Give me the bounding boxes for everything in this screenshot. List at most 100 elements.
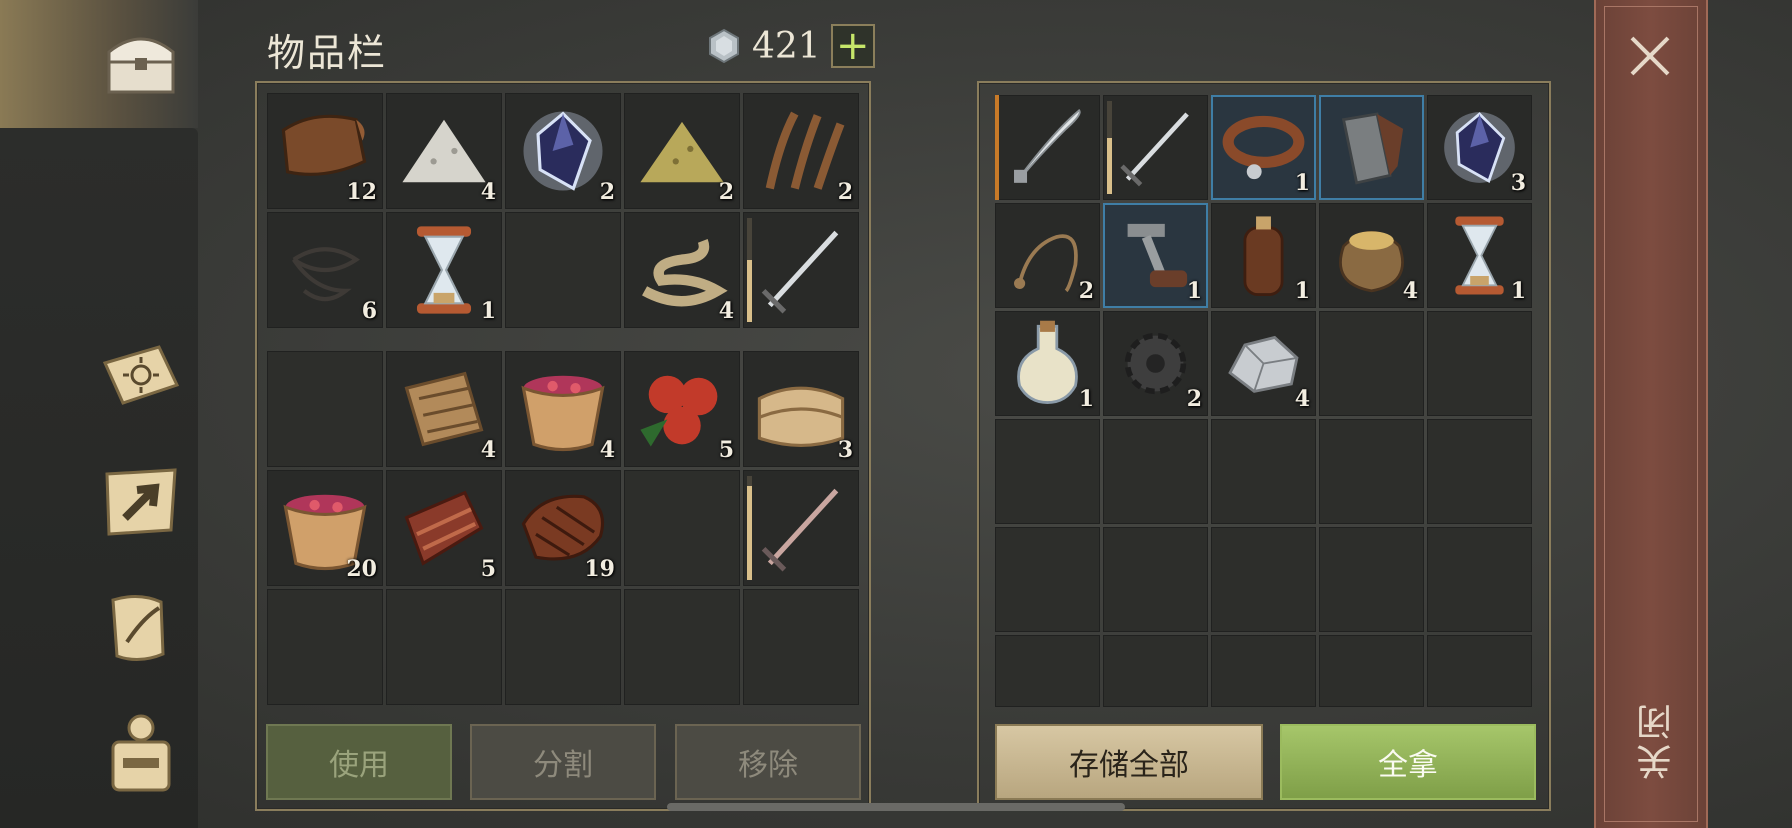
- inventory-slot-bark[interactable]: 4: [386, 351, 502, 467]
- item-count: 2: [599, 179, 615, 205]
- storage-slot-empty[interactable]: [1103, 527, 1208, 632]
- storage-slot-empty[interactable]: [1319, 311, 1424, 416]
- item-count: 4: [1294, 386, 1310, 412]
- use-button[interactable]: 使用: [266, 724, 452, 800]
- currency-amount: 421: [752, 25, 821, 67]
- storage-slot-empty[interactable]: [1211, 419, 1316, 524]
- inventory-slot-empty[interactable]: [624, 589, 740, 705]
- item-count: 5: [480, 556, 496, 582]
- storage-slot-potion[interactable]: 1: [995, 311, 1100, 416]
- storage-slot-empty[interactable]: [1427, 419, 1532, 524]
- storage-slot-empty[interactable]: [1427, 527, 1532, 632]
- inventory-slot-berry-bowl[interactable]: 20: [267, 470, 383, 586]
- storage-slot-sword[interactable]: [1103, 95, 1208, 200]
- item-count: 4: [1402, 278, 1418, 304]
- storage-slot-collar[interactable]: 1: [1211, 95, 1316, 200]
- item-count: 1: [1510, 278, 1526, 304]
- inventory-grid-bottom: 4 4 5 3 20 5 19: [267, 351, 859, 705]
- item-count: 12: [346, 179, 377, 205]
- storage-slot-whip[interactable]: 2: [995, 203, 1100, 308]
- inventory-slot-powder-yellow[interactable]: 2: [624, 93, 740, 209]
- inventory-slot-empty[interactable]: [743, 589, 859, 705]
- inventory-slot-empty[interactable]: [505, 589, 621, 705]
- storage-slot-empty[interactable]: [1319, 635, 1424, 707]
- storage-slot-stone[interactable]: 4: [1211, 311, 1316, 416]
- storage-slot-hourglass[interactable]: 1: [1427, 203, 1532, 308]
- item-count: 2: [718, 179, 734, 205]
- inventory-slot-cloth[interactable]: 3: [743, 351, 859, 467]
- inventory-slot-berries[interactable]: 5: [624, 351, 740, 467]
- storage-slot-empty[interactable]: [1427, 311, 1532, 416]
- inventory-slot-hourglass[interactable]: 1: [386, 212, 502, 328]
- item-count: 4: [599, 437, 615, 463]
- scroll-indicator[interactable]: [667, 803, 1125, 811]
- inventory-slot-berry-bowl[interactable]: 4: [505, 351, 621, 467]
- item-count: 3: [837, 437, 853, 463]
- take-all-button[interactable]: 全拿: [1280, 724, 1536, 800]
- page-title: 物品栏: [267, 31, 388, 75]
- storage-slot-scimitar[interactable]: [995, 95, 1100, 200]
- inventory-slot-wire[interactable]: 6: [267, 212, 383, 328]
- split-button[interactable]: 分割: [470, 724, 656, 800]
- storage-slot-empty[interactable]: [1211, 635, 1316, 707]
- item-count: 4: [718, 298, 734, 324]
- item-count: 5: [718, 437, 734, 463]
- inventory-slot-rope[interactable]: 4: [624, 212, 740, 328]
- store-all-button[interactable]: 存储全部: [995, 724, 1263, 800]
- inventory-slot-steak[interactable]: 19: [505, 470, 621, 586]
- item-count: 3: [1510, 170, 1526, 196]
- inventory-slot-sword[interactable]: [743, 212, 859, 328]
- storage-slot-crystal[interactable]: 3: [1427, 95, 1532, 200]
- inventory-slot-empty[interactable]: [386, 589, 502, 705]
- scimitar-icon: [1014, 109, 1081, 183]
- item-count: 20: [346, 556, 377, 582]
- inventory-grid-top: 12 4 2 2 2 6 1 4: [267, 93, 859, 328]
- storage-slot-crank[interactable]: 1: [1103, 203, 1208, 308]
- storage-slot-sack[interactable]: 4: [1319, 203, 1424, 308]
- item-count: 1: [480, 298, 496, 324]
- item-count: 4: [480, 179, 496, 205]
- inventory-slot-sword-red[interactable]: [743, 470, 859, 586]
- storage-slot-empty[interactable]: [1211, 527, 1316, 632]
- storage-slot-gear[interactable]: 2: [1103, 311, 1208, 416]
- item-count: 1: [1294, 278, 1310, 304]
- storage-slot-gauntlet[interactable]: [1319, 95, 1424, 200]
- close-icon[interactable]: [1624, 30, 1676, 82]
- scroll-feather-icon[interactable]: [95, 588, 187, 668]
- inventory-slot-leather[interactable]: 12: [267, 93, 383, 209]
- inventory-slot-powder-white[interactable]: 4: [386, 93, 502, 209]
- chest-icon[interactable]: [95, 22, 187, 102]
- inventory-slot-fiber[interactable]: 2: [743, 93, 859, 209]
- item-count: 1: [1294, 170, 1310, 196]
- map-arrow-icon[interactable]: [95, 460, 187, 540]
- storage-slot-empty[interactable]: [995, 419, 1100, 524]
- item-count: 6: [361, 298, 377, 324]
- close-label[interactable]: 关闭: [1632, 700, 1684, 780]
- storage-slot-empty[interactable]: [1427, 635, 1532, 707]
- item-count: 2: [1078, 278, 1094, 304]
- add-currency-button[interactable]: +: [830, 24, 875, 68]
- sword-icon: [761, 230, 839, 314]
- storage-slot-empty[interactable]: [995, 527, 1100, 632]
- storage-slot-empty[interactable]: [1103, 419, 1208, 524]
- storage-slot-empty[interactable]: [1319, 527, 1424, 632]
- inventory-slot-crystal[interactable]: 2: [505, 93, 621, 209]
- gauntlet-icon: [1341, 112, 1404, 185]
- inventory-slot-empty[interactable]: [505, 212, 621, 328]
- inventory-slot-empty[interactable]: [267, 351, 383, 467]
- storage-slot-empty[interactable]: [1103, 635, 1208, 707]
- backpack-icon[interactable]: [95, 712, 187, 792]
- item-count: 2: [837, 179, 853, 205]
- inventory-slot-meat-raw[interactable]: 5: [386, 470, 502, 586]
- item-count: 4: [480, 437, 496, 463]
- item-count: 19: [584, 556, 615, 582]
- close-panel[interactable]: 关闭: [1594, 0, 1708, 828]
- storage-slot-empty[interactable]: [1319, 419, 1424, 524]
- item-count: 2: [1186, 386, 1202, 412]
- inventory-slot-empty[interactable]: [267, 589, 383, 705]
- storage-slot-flask[interactable]: 1: [1211, 203, 1316, 308]
- sun-book-icon[interactable]: [95, 335, 187, 415]
- inventory-slot-empty[interactable]: [624, 470, 740, 586]
- storage-slot-empty[interactable]: [995, 635, 1100, 707]
- remove-button[interactable]: 移除: [675, 724, 861, 800]
